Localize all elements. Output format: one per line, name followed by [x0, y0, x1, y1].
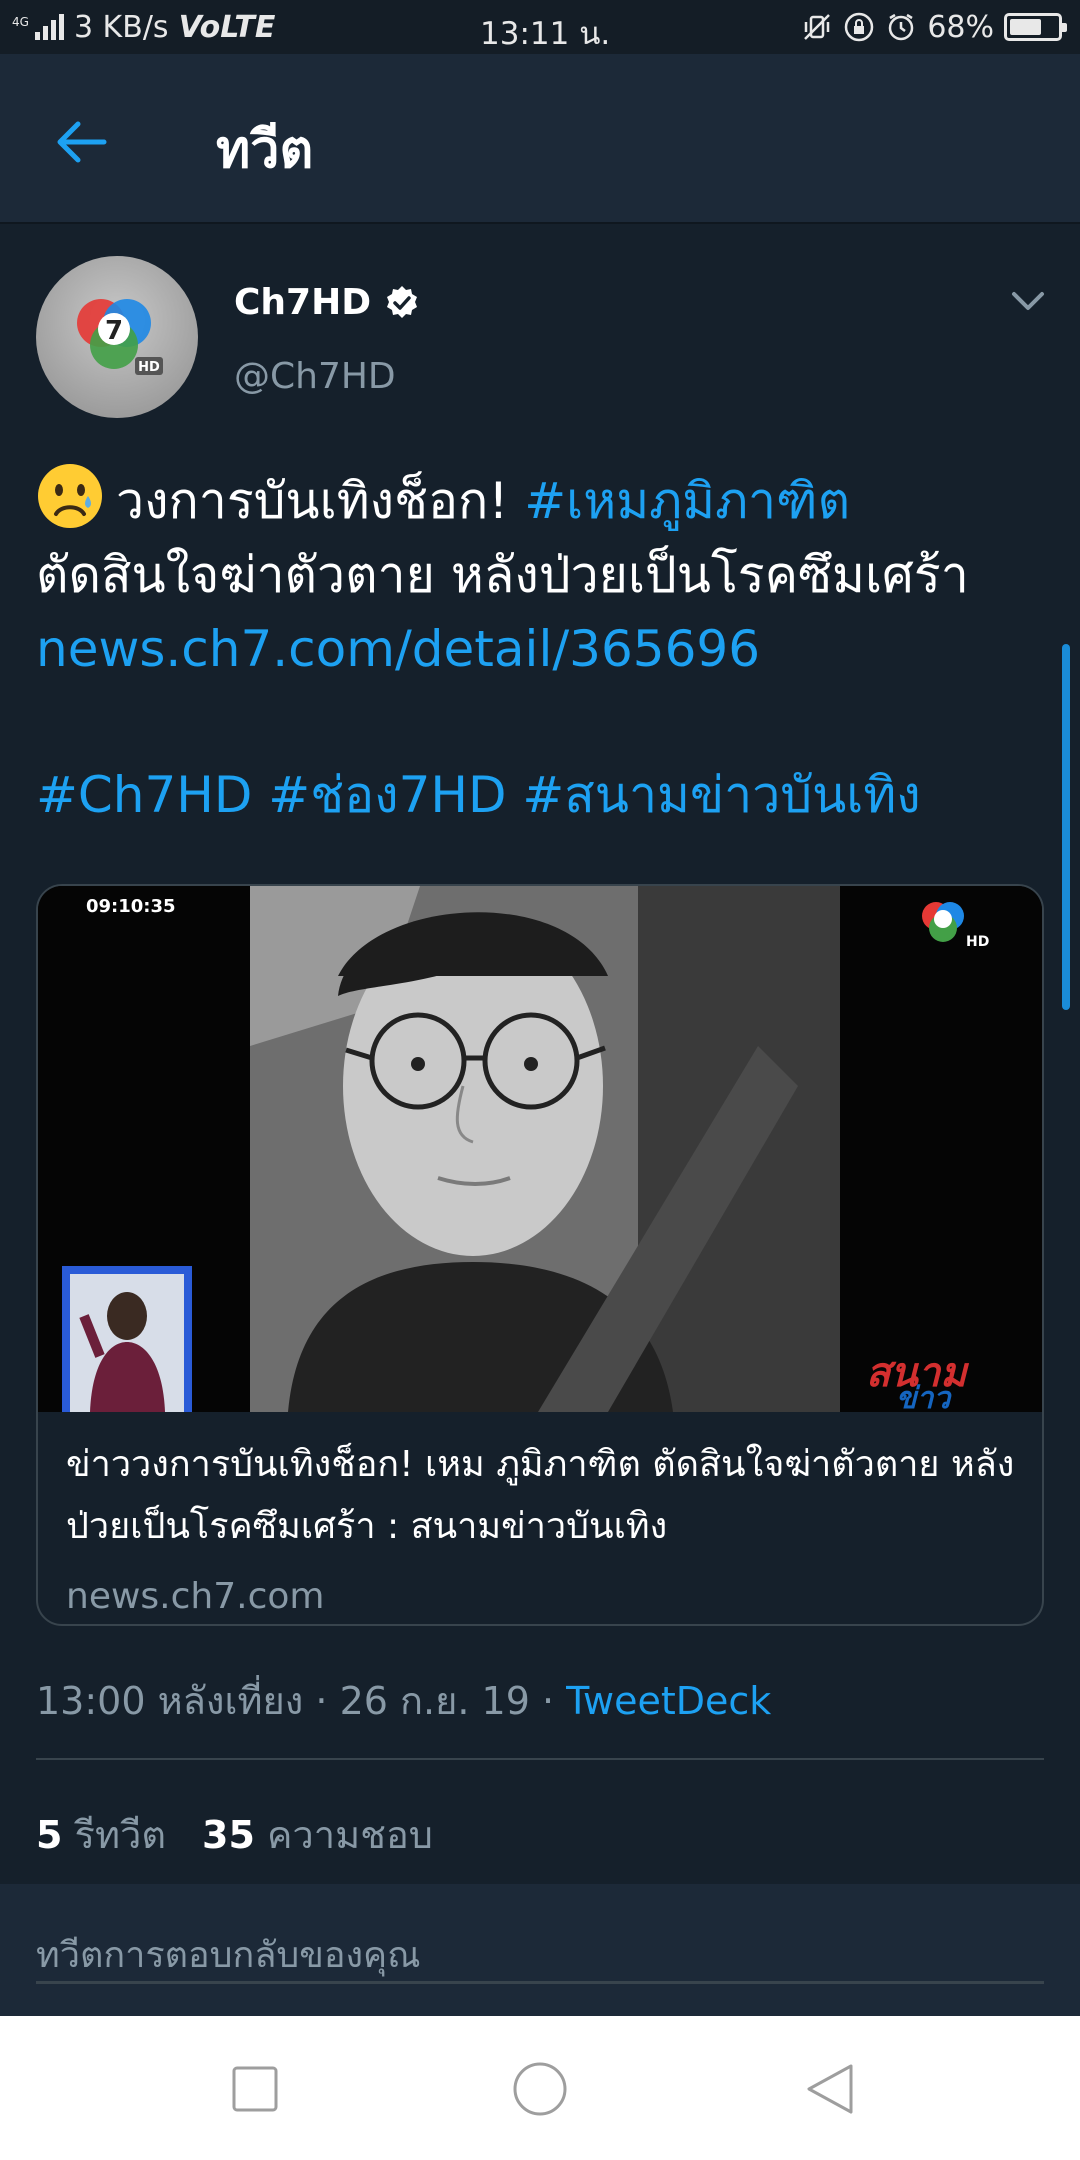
network-type: 4G: [12, 14, 29, 29]
chevron-down-icon: [1012, 292, 1044, 310]
triangle-back-icon: [807, 2064, 853, 2114]
link-card[interactable]: 09:10:35 HD สนาม ข่าว ข่าววงการบันเทิงช็…: [36, 884, 1044, 1626]
status-left: 4G 3 KB/s VoLTE: [12, 10, 275, 45]
vibrate-icon: [801, 11, 833, 43]
retweets-count: 5: [36, 1813, 63, 1857]
tweet-text: วงการบันเทิงช็อก! #เหมภูมิภาฑิตตัดสินใจฆ…: [36, 462, 1046, 686]
status-bar: 4G 3 KB/s VoLTE 13:11 น. 68%: [0, 0, 1080, 54]
network-speed: 3 KB/s: [73, 9, 169, 45]
back-button[interactable]: [52, 112, 112, 172]
likes-count: 35: [202, 1813, 255, 1857]
page-title: ทวีต: [216, 120, 314, 180]
verified-badge-icon: [383, 284, 421, 322]
back-nav-button[interactable]: [795, 2054, 865, 2124]
tweet-meta: 13:00 หลังเที่ยง · 26 ก.ย. 19 · TweetDec…: [36, 1670, 771, 1731]
battery-icon: [1004, 13, 1067, 41]
news-thumbnail-illustration: 09:10:35 HD สนาม ข่าว: [38, 886, 1042, 1412]
svg-text:09:10:35: 09:10:35: [86, 896, 176, 917]
alarm-icon: [885, 11, 917, 43]
svg-text:ข่าว: ข่าว: [896, 1381, 952, 1412]
system-navigation-bar: [0, 2016, 1080, 2160]
author-name-text: Ch7HD: [234, 282, 372, 323]
circle-icon: [513, 2062, 567, 2116]
reply-input[interactable]: ทวีตการตอบกลับของคุณ: [36, 1926, 1044, 1984]
card-domain: news.ch7.com: [66, 1576, 325, 1617]
channel-logo-icon: 7 HD: [77, 299, 163, 375]
retweets-label: รีทวีต: [74, 1813, 167, 1857]
svg-text:7: 7: [105, 316, 123, 346]
url-link[interactable]: news.ch7.com/detail/365696: [36, 620, 760, 678]
svg-text:HD: HD: [138, 360, 160, 375]
tweet-text-part1: วงการบันเทิงช็อก!: [116, 472, 525, 530]
arrow-left-icon: [57, 121, 107, 163]
top-app-bar: ทวีต: [0, 54, 1080, 224]
scrollbar[interactable]: [1062, 644, 1070, 1010]
battery-percent: 68%: [927, 9, 994, 45]
square-icon: [232, 2066, 278, 2112]
tweet-options-button[interactable]: [1006, 286, 1050, 316]
lock-rotation-icon: [843, 11, 875, 43]
likes-stat[interactable]: 35 ความชอบ: [202, 1804, 433, 1865]
tweet-timestamp: 13:00 หลังเที่ยง · 26 ก.ย. 19 ·: [36, 1679, 567, 1723]
likes-label: ความชอบ: [267, 1813, 433, 1857]
svg-text:HD: HD: [966, 934, 989, 950]
signal-icon: [34, 14, 64, 40]
volte-label: VoLTE: [178, 9, 276, 45]
clock: 13:11 น.: [480, 16, 611, 52]
home-button[interactable]: [505, 2054, 575, 2124]
recents-button[interactable]: [220, 2054, 290, 2124]
tweet-stats: 5 รีทวีต 35 ความชอบ: [36, 1804, 433, 1865]
divider: [36, 1758, 1044, 1760]
card-title: ข่าววงการบันเทิงช็อก! เหม ภูมิภาฑิต ตัดส…: [66, 1444, 1015, 1547]
retweets-stat[interactable]: 5 รีทวีต: [36, 1804, 166, 1865]
author-name[interactable]: Ch7HD: [234, 282, 421, 323]
tweet-source-link[interactable]: TweetDeck: [566, 1679, 771, 1723]
hashtag-link[interactable]: #เหมภูมิภาฑิต: [524, 472, 850, 530]
hashtags-line[interactable]: #Ch7HD #ช่อง7HD #สนามข่าวบันเทิง: [36, 758, 921, 832]
author-handle[interactable]: @Ch7HD: [234, 356, 396, 397]
avatar[interactable]: 7 HD: [36, 256, 198, 418]
card-image: 09:10:35 HD สนาม ข่าว: [38, 886, 1042, 1412]
reply-bar: ทวีตการตอบกลับของคุณ: [0, 1884, 1080, 2016]
tweet-text-part2: ตัดสินใจฆ่าตัวตาย หลังป่วยเป็นโรคซึมเศร้…: [36, 546, 969, 604]
sad-face-emoji-icon: [38, 464, 102, 528]
status-right: 68%: [801, 9, 1067, 45]
